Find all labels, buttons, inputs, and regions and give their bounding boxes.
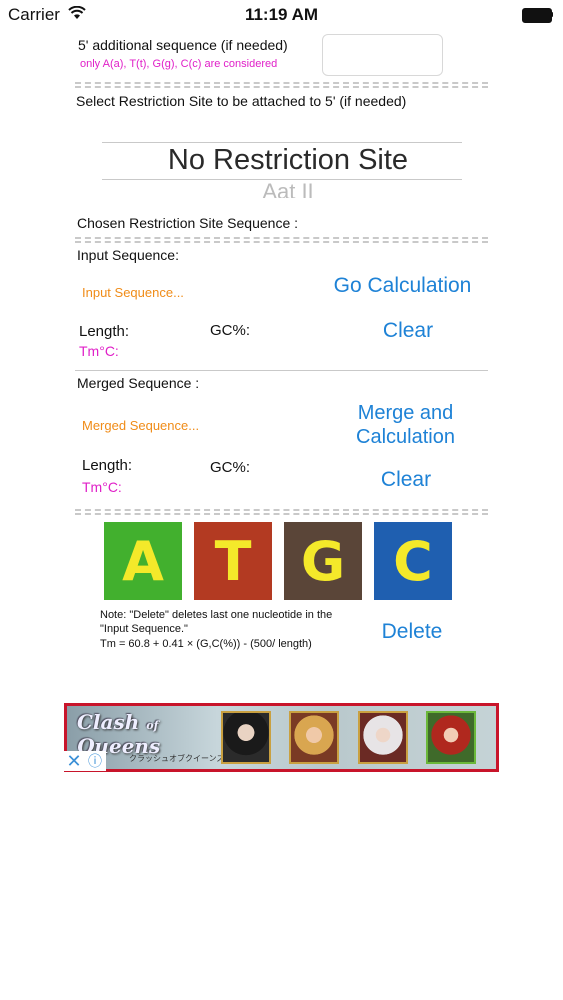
ad-portrait-3 xyxy=(358,711,408,764)
merged-sequence-label: Merged Sequence : xyxy=(77,375,200,391)
separator xyxy=(75,237,488,243)
merge-button-line1[interactable]: Merge and xyxy=(340,401,471,425)
ad-logo-line1: Clash xyxy=(77,710,140,734)
merged-tm-label: Tm°C: xyxy=(82,479,122,495)
five-prime-input[interactable] xyxy=(322,34,443,76)
picker-top-line xyxy=(102,142,462,143)
restriction-picker-next-wrap[interactable]: Aat II xyxy=(102,180,474,198)
ad-logo-line2: of xyxy=(146,719,159,732)
five-prime-label: 5' additional sequence (if needed) xyxy=(78,37,288,53)
input-sequence-label: Input Sequence: xyxy=(77,247,179,263)
ad-portrait-4 xyxy=(426,711,476,764)
chosen-restriction-label: Chosen Restriction Site Sequence : xyxy=(77,215,299,231)
battery-tip xyxy=(551,12,553,17)
merged-clear-button[interactable]: Clear xyxy=(368,468,444,492)
separator xyxy=(75,82,488,88)
merged-length-label: Length: xyxy=(82,457,133,474)
battery-icon xyxy=(522,8,552,23)
divider xyxy=(75,370,488,371)
merge-calculation-button[interactable]: Merge and Calculation xyxy=(340,401,471,449)
restriction-picker-selected[interactable]: No Restriction Site xyxy=(102,144,474,177)
separator xyxy=(75,509,488,515)
tm-formula: Tm = 60.8 + 0.41 × (G,C(%)) - (500/ leng… xyxy=(100,638,312,650)
merged-sequence-field[interactable]: Merged Sequence... xyxy=(82,418,199,433)
ad-portrait-1 xyxy=(221,711,271,764)
ad-banner[interactable]: Clash of Queens クラッシュオブクイーンズ xyxy=(64,703,499,772)
delete-button[interactable]: Delete xyxy=(372,620,452,644)
merged-gc-label: GC%: xyxy=(210,459,251,476)
base-a-button[interactable]: A xyxy=(104,522,182,600)
delete-note-line1: Note: "Delete" deletes last one nucleoti… xyxy=(100,609,333,621)
restriction-label: Select Restriction Site to be attached t… xyxy=(76,93,407,109)
ad-close-icon[interactable]: ✕ xyxy=(64,751,84,771)
base-t-button[interactable]: T xyxy=(194,522,272,600)
five-prime-note: only A(a), T(t), G(g), C(c) are consider… xyxy=(80,58,278,70)
input-sequence-field[interactable]: Input Sequence... xyxy=(82,285,184,300)
restriction-picker-next[interactable]: Aat II xyxy=(102,180,474,198)
base-g-button[interactable]: G xyxy=(284,522,362,600)
ad-portrait-2 xyxy=(289,711,339,764)
input-tm-label: Tm°C: xyxy=(79,343,119,359)
input-clear-button[interactable]: Clear xyxy=(368,319,448,343)
go-calculation-button[interactable]: Go Calculation xyxy=(326,274,479,298)
delete-note: Note: "Delete" deletes last one nucleoti… xyxy=(100,608,370,636)
ad-subtitle: クラッシュオブクイーンズ xyxy=(129,754,225,763)
base-c-button[interactable]: C xyxy=(374,522,452,600)
input-gc-label: GC%: xyxy=(210,322,251,339)
input-length-label: Length: xyxy=(79,323,130,340)
ad-logo: Clash of Queens xyxy=(77,712,160,756)
delete-note-line2: "Input Sequence." xyxy=(100,623,188,635)
clock: 11:19 AM xyxy=(244,5,319,24)
status-bar: Carrier 11:19 AM xyxy=(0,0,563,30)
ad-info-icon[interactable]: ⓘ xyxy=(84,751,106,771)
merge-button-line2[interactable]: Calculation xyxy=(340,425,471,449)
